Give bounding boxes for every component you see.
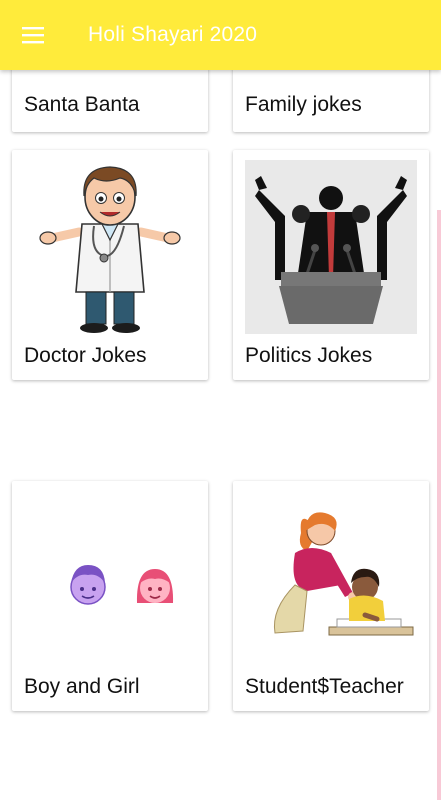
category-card-student-teacher[interactable]: Student$Teacher [233,481,429,711]
category-label: Boy and Girl [24,675,140,698]
category-card-doctor-jokes[interactable]: Doctor Jokes [12,150,208,380]
category-label: Family jokes [245,93,362,116]
politician-podium-icon [245,160,417,334]
category-label: Doctor Jokes [24,344,147,367]
teacher-student-icon [273,512,414,636]
app-bar: Holi Shayari 2020 [0,0,441,70]
scroll-indicator[interactable] [437,210,441,800]
category-card-boy-and-girl[interactable]: Boy and Girl [12,481,208,711]
category-label: Santa Banta [24,93,140,116]
category-label: Student$Teacher [245,675,404,698]
menu-button[interactable] [14,17,54,53]
app-title: Holi Shayari 2020 [88,23,258,46]
doctor-cartoon-icon [39,166,181,333]
category-card-politics-jokes[interactable]: Politics Jokes [233,150,429,380]
category-label: Politics Jokes [245,344,373,367]
hamburger-menu-icon [22,27,44,44]
boy-girl-faces-icon [70,565,174,605]
